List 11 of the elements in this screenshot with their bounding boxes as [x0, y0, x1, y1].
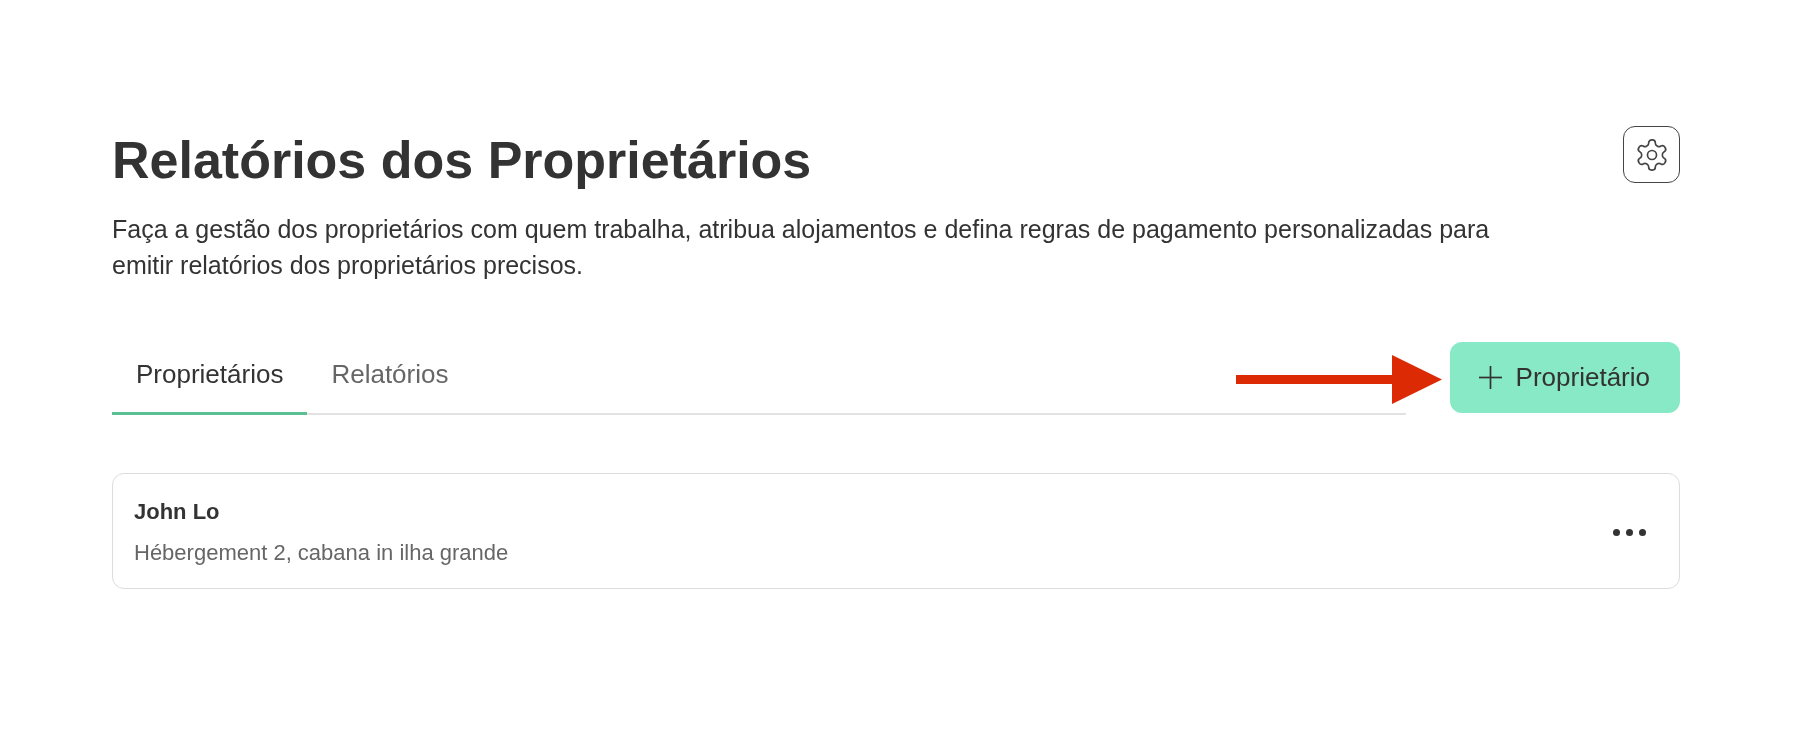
settings-button[interactable]: [1623, 126, 1680, 183]
page-title: Relatórios dos Proprietários: [112, 130, 812, 191]
owner-properties: Hébergement 2, cabana in ilha grande: [134, 539, 509, 567]
tab[interactable]: Relatórios: [307, 342, 473, 415]
add-owner-button[interactable]: Proprietário: [1449, 342, 1680, 413]
page-description: Faça a gestão dos proprietários com quem trabalha, atribua alojamentos e defina regras de pagamento personalizadas para emitir relatórios dos proprietários precisos.: [112, 214, 1491, 281]
ellipsis-icon: [1613, 529, 1646, 536]
plus-icon: [1478, 366, 1502, 389]
tab[interactable]: Proprietários: [112, 342, 308, 415]
owner-name: John Lo: [134, 498, 221, 526]
settings-icon: [1635, 138, 1668, 171]
